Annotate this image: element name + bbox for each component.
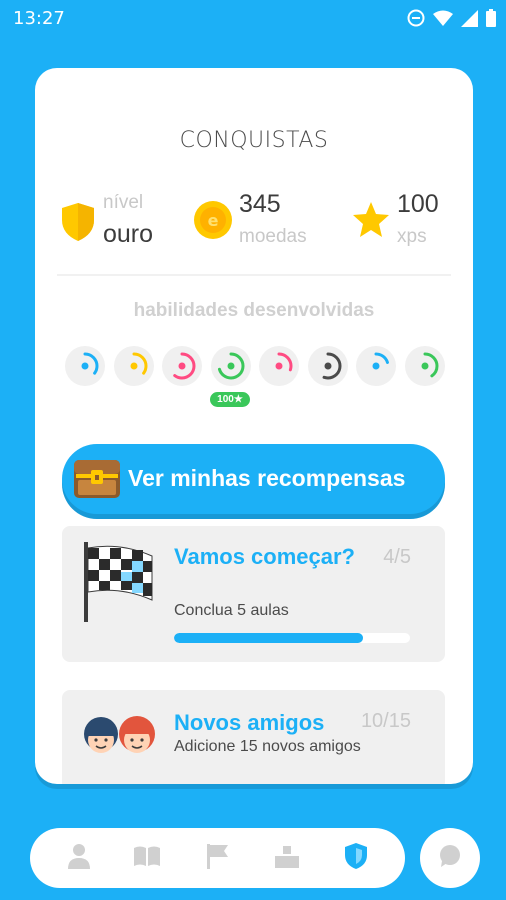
skills-title: habilidades desenvolvidas — [133, 300, 375, 321]
skill-2-icon[interactable] — [113, 346, 154, 386]
chat-bubble-icon — [438, 844, 462, 873]
chat-button[interactable] — [420, 828, 480, 888]
svg-text:e: e — [208, 211, 219, 230]
profile-icon — [67, 843, 91, 874]
skill-8-icon[interactable] — [404, 346, 445, 386]
achievement-progress-bar — [174, 633, 410, 643]
page-title: CONQUISTAS — [179, 128, 329, 153]
bottom-nav — [30, 828, 405, 888]
nav-learn[interactable] — [132, 843, 162, 873]
wifi-icon — [433, 10, 453, 27]
stat-label: xps — [397, 226, 427, 247]
achievement-card[interactable]: Vamos começar? 4/5 Conclua 5 aulas — [62, 526, 445, 662]
book-icon — [133, 845, 161, 872]
battery-icon — [486, 9, 496, 27]
skill-7-icon[interactable] — [356, 346, 396, 386]
stat-level: nível ouro — [61, 190, 171, 260]
star-icon — [351, 200, 391, 245]
stat-value: ouro — [103, 220, 154, 248]
status-time: 13:27 — [13, 8, 65, 29]
skill-1-icon[interactable] — [65, 346, 105, 386]
skill-3-icon[interactable] — [162, 346, 202, 386]
stat-label: nível — [103, 192, 144, 213]
stat-xp: 100 xps — [351, 190, 451, 260]
stat-value: 100 — [397, 190, 439, 218]
achievement-description: Adicione 15 novos amigos — [174, 738, 361, 755]
friends-icon — [80, 708, 160, 783]
skill-badge: 100★ — [210, 392, 250, 407]
skills-row — [65, 346, 445, 386]
stat-value: 345 — [239, 190, 281, 218]
coin-icon: e — [193, 200, 233, 245]
achievement-progress-text: 4/5 — [383, 546, 411, 568]
status-icons — [407, 8, 496, 28]
achievement-name: Novos amigos — [174, 710, 325, 735]
stat-label: moedas — [239, 226, 307, 247]
stat-coins: e 345 moedas — [193, 190, 333, 260]
rewards-button[interactable]: Ver minhas recompensas — [62, 444, 445, 514]
skill-4-icon[interactable] — [210, 346, 251, 386]
leaderboard-icon — [274, 844, 300, 873]
rewards-button-label: Ver minhas recompensas — [128, 465, 406, 491]
achievements-card: CONQUISTAS nível ouro e 345 moedas 100 x… — [35, 68, 473, 784]
achievement-progress-text: 10/15 — [360, 710, 411, 732]
star-icon: ★ — [233, 394, 243, 405]
flag-icon — [205, 843, 229, 874]
shield-icon — [344, 842, 368, 875]
signal-icon — [461, 9, 478, 27]
divider — [57, 274, 451, 276]
treasure-chest-icon — [72, 456, 122, 505]
progress-fill — [174, 633, 363, 643]
skill-5-icon[interactable] — [259, 346, 299, 386]
skill-badge-value: 100 — [217, 394, 234, 405]
achievement-card[interactable]: Novos amigos 10/15 Adicione 15 novos ami… — [62, 690, 445, 784]
nav-profile[interactable] — [64, 843, 94, 873]
nav-goals[interactable] — [202, 843, 232, 873]
stats-row: nível ouro e 345 moedas 100 xps — [35, 190, 473, 260]
nav-achievements[interactable] — [341, 842, 371, 875]
achievement-description: Conclua 5 aulas — [174, 602, 289, 619]
checkered-flag-icon — [80, 542, 158, 629]
shield-icon — [61, 202, 95, 247]
achievement-name: Vamos começar? — [174, 544, 355, 569]
do-not-disturb-icon — [407, 9, 425, 27]
status-bar: 13:27 — [0, 0, 506, 36]
skill-6-icon[interactable] — [307, 346, 348, 386]
nav-ranking[interactable] — [272, 843, 302, 873]
